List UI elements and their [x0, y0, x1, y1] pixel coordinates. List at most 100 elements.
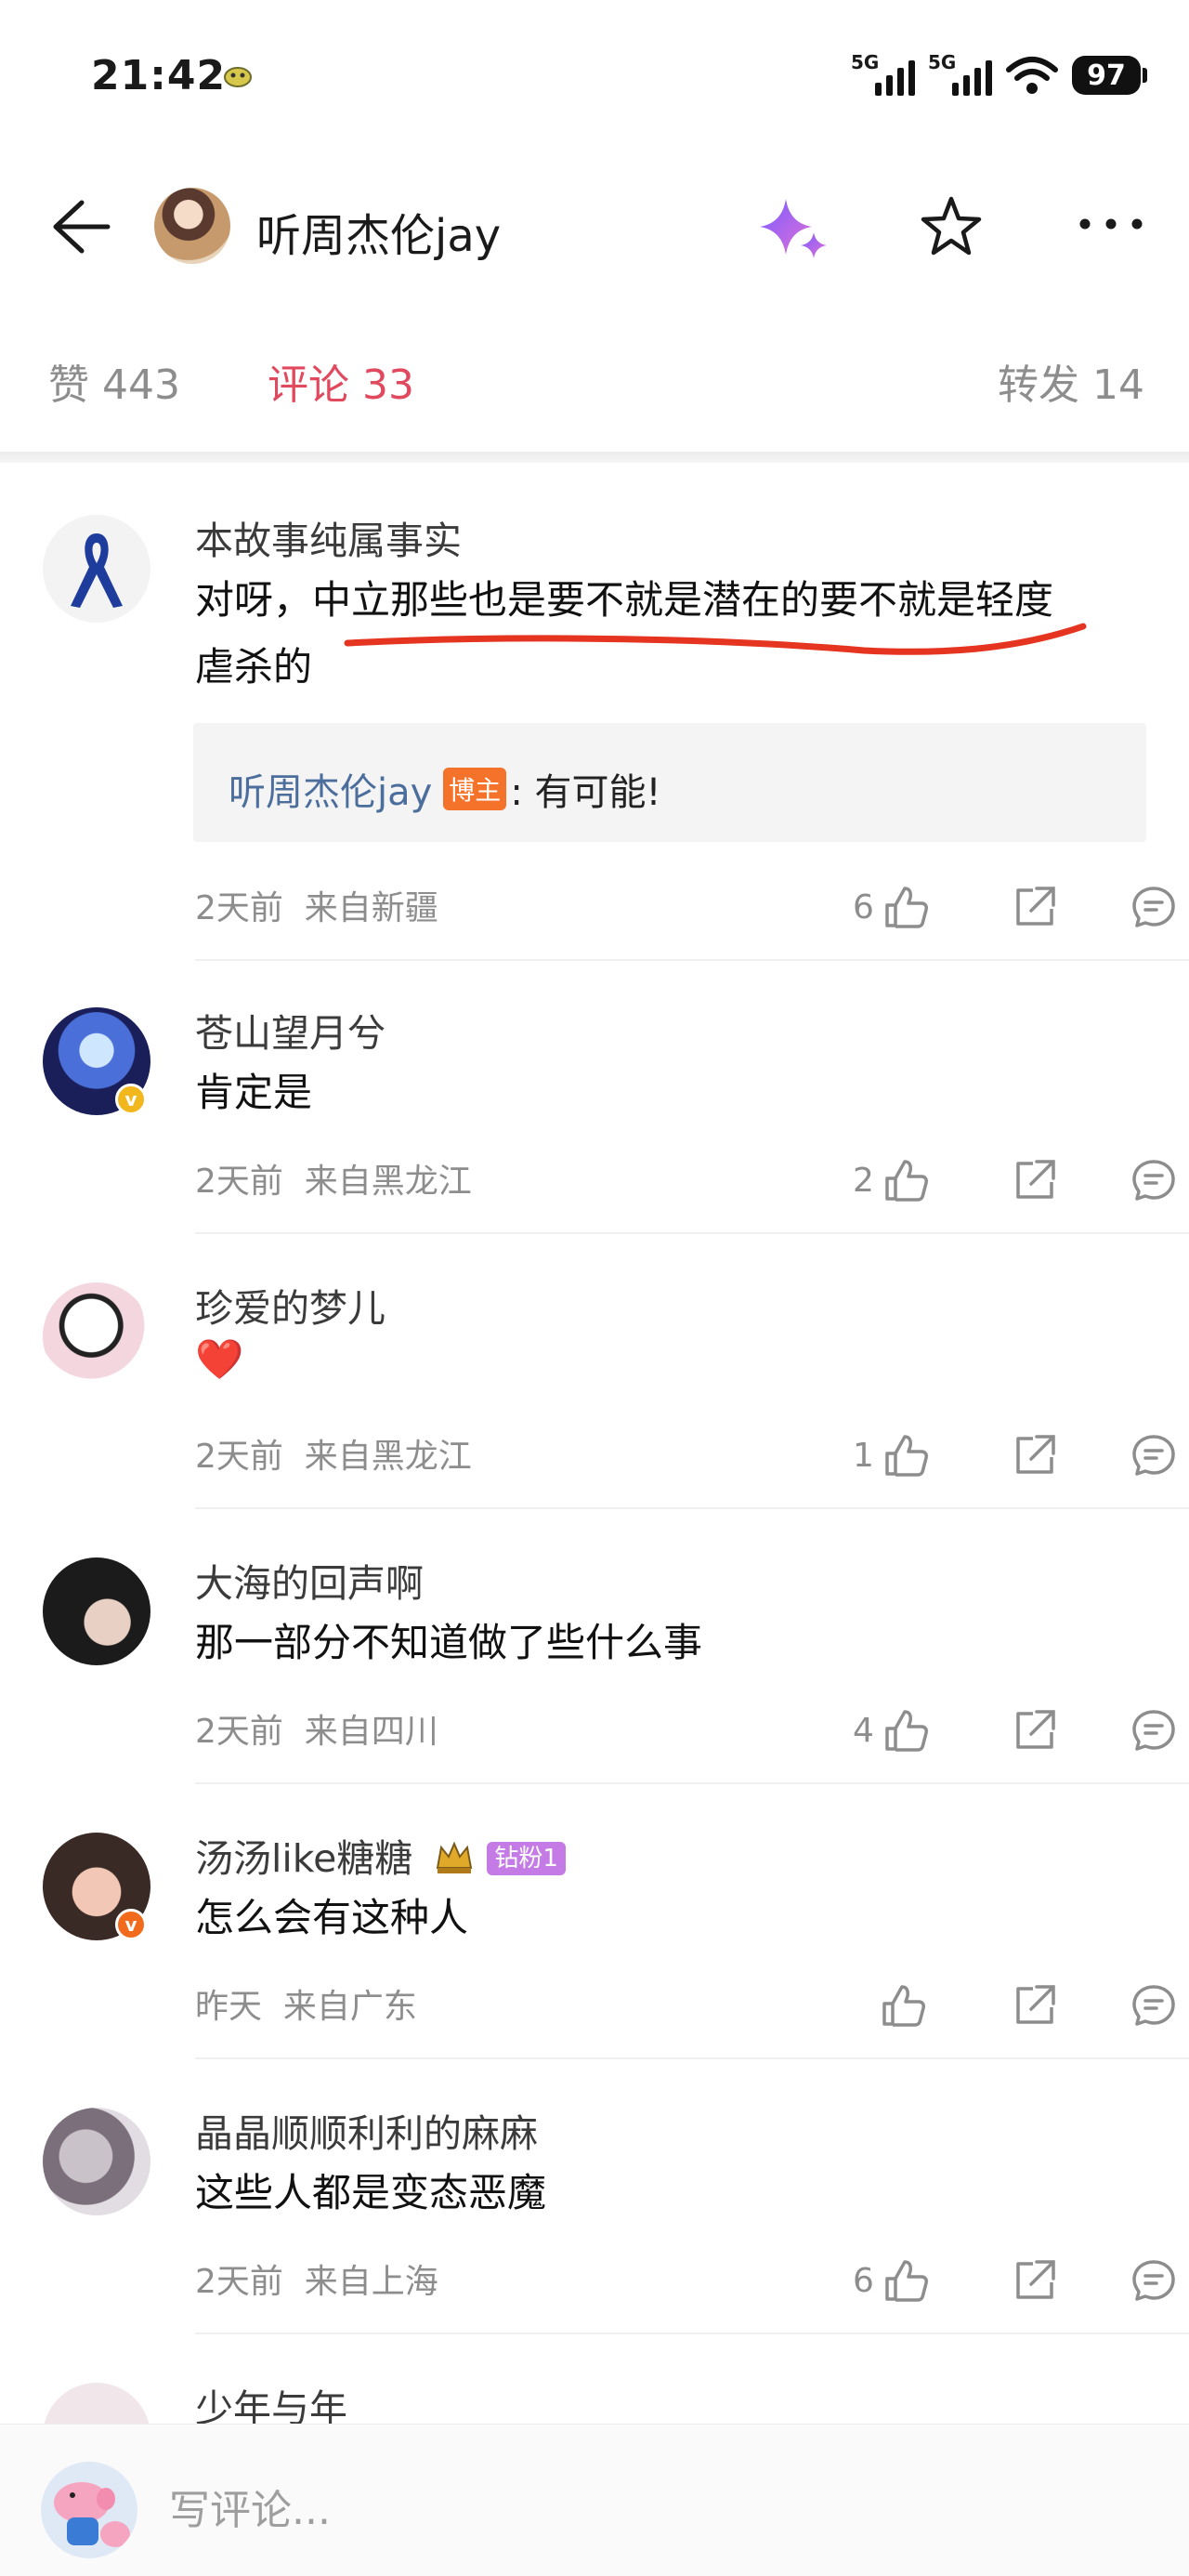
author-reply[interactable]: 听周杰伦jay 博主 : 有可能! — [193, 723, 1146, 842]
share-icon[interactable] — [1009, 1979, 1061, 2031]
comment-text: 肯定是 — [195, 1070, 313, 1115]
comment-meta: 昨天 来自广东 — [195, 1979, 417, 2028]
like-button[interactable]: 4 — [853, 1704, 932, 1756]
share-icon[interactable] — [1009, 1429, 1061, 1481]
like-button[interactable]: 2 — [853, 1154, 932, 1206]
comment-time: 2天前 — [195, 889, 283, 927]
favorite-star-icon[interactable] — [918, 193, 985, 260]
red-underline-annotation — [344, 623, 1087, 655]
comment-author[interactable]: 大海的回声啊 — [195, 1552, 424, 1608]
comment-icon[interactable] — [1128, 1704, 1180, 1756]
crown-icon — [437, 1841, 473, 1873]
comment-author[interactable]: 本故事纯属事实 — [195, 509, 462, 565]
like-count: 1 — [853, 1436, 874, 1475]
commenter-avatar[interactable] — [43, 515, 150, 623]
tab-likes[interactable]: 赞 443 — [48, 351, 180, 411]
tab-reposts[interactable]: 转发 14 — [998, 351, 1144, 411]
comment-icon[interactable] — [1128, 1429, 1180, 1481]
comment-item: 晶晶顺顺利利的麻麻 这些人都是变态恶魔 2天前 来自上海 6 — [0, 2095, 1189, 2370]
comment-time: 2天前 — [195, 1438, 283, 1476]
comment-time: 昨天 — [195, 1988, 263, 2026]
commenter-avatar[interactable] — [43, 1282, 150, 1390]
comment-meta: 2天前 来自四川 — [195, 1704, 438, 1753]
comment-text: 那一部分不知道做了些什么事 — [195, 1620, 703, 1665]
status-indicators: 5G 5G 97 — [851, 51, 1147, 99]
comment-item: v 苍山望月兮 肯定是 2天前 来自黑龙江 2 — [0, 994, 1189, 1269]
network-type: 5G — [851, 51, 880, 73]
separator — [195, 1782, 1189, 1784]
comment-author[interactable]: 少年与年 — [195, 2377, 347, 2425]
wifi-icon — [1006, 57, 1058, 94]
comment-author-name[interactable]: 汤汤like糖糖 — [195, 1836, 412, 1881]
thumbs-up-icon — [885, 1435, 928, 1477]
separator — [195, 959, 1189, 961]
comment-item: 大海的回声啊 那一部分不知道做了些什么事 2天前 来自四川 4 — [0, 1544, 1189, 1820]
like-count: 6 — [853, 887, 874, 927]
thumbs-up-icon — [882, 1985, 925, 2027]
battery-indicator: 97 — [1072, 56, 1147, 95]
comment-author[interactable]: 珍爱的梦儿 — [195, 1277, 385, 1333]
thumbs-up-icon — [885, 2260, 928, 2302]
comment-icon[interactable] — [1128, 881, 1180, 933]
more-options-icon[interactable] — [1076, 210, 1146, 238]
tab-comments[interactable]: 评论 33 — [268, 351, 414, 411]
share-icon[interactable] — [1009, 881, 1061, 933]
status-bar: 21:42 5G 5G 97 — [0, 0, 1189, 158]
back-arrow-icon[interactable] — [45, 191, 115, 262]
network-type-2: 5G — [928, 51, 957, 73]
comment-location: 来自四川 — [304, 1713, 438, 1751]
comment-icon[interactable] — [1128, 1154, 1180, 1206]
comment-icon[interactable] — [1128, 2254, 1180, 2307]
thumbs-up-icon — [885, 1710, 928, 1752]
comment-input[interactable]: 写评论... — [169, 2477, 331, 2536]
like-button[interactable] — [853, 1979, 929, 2031]
like-button[interactable]: 6 — [853, 881, 932, 933]
like-button[interactable]: 1 — [853, 1429, 932, 1481]
comment-text: ❤️ — [195, 1336, 244, 1382]
like-button[interactable]: 6 — [853, 2254, 932, 2307]
my-avatar[interactable] — [41, 2462, 137, 2558]
signal-icon-2: 5G — [928, 51, 992, 96]
comment-item: 少年与年 — [0, 2370, 1189, 2425]
blogger-badge: 博主 — [443, 768, 507, 810]
comment-actions: 2 — [799, 1147, 1189, 1212]
comment-author: 汤汤like糖糖 钻粉1 — [195, 1827, 566, 1883]
weather-icon — [224, 67, 252, 87]
peppa-avatar-icon — [54, 2482, 130, 2547]
blue-ribbon-icon — [71, 533, 123, 608]
thumbs-up-icon — [885, 887, 928, 928]
commenter-avatar[interactable] — [43, 2108, 150, 2215]
comment-icon[interactable] — [1128, 1979, 1180, 2031]
share-icon[interactable] — [1009, 1704, 1061, 1756]
author-avatar[interactable] — [154, 188, 230, 264]
comment-author[interactable]: 晶晶顺顺利利的麻麻 — [195, 2102, 538, 2158]
fan-level-badge: 钻粉1 — [487, 1842, 566, 1875]
reply-author[interactable]: 听周杰伦jay — [229, 762, 432, 816]
comment-author[interactable]: 苍山望月兮 — [195, 1002, 385, 1058]
comment-meta: 2天前 来自黑龙江 — [195, 1429, 472, 1478]
commenter-avatar[interactable] — [43, 1557, 150, 1665]
like-count: 2 — [853, 1161, 874, 1200]
share-icon[interactable] — [1009, 2254, 1061, 2307]
separator — [195, 1507, 1189, 1509]
comment-location: 来自广东 — [282, 1988, 417, 2026]
separator — [195, 2057, 1189, 2059]
comment-item: 本故事纯属事实 对呀，中立那些也是要不就是潜在的要不就是轻度 虐杀的 听周杰伦j… — [0, 502, 1189, 962]
like-count: 4 — [853, 1711, 874, 1750]
comment-time: 2天前 — [195, 1713, 283, 1751]
thumbs-up-icon — [885, 1160, 928, 1202]
comment-meta: 2天前 来自新疆 — [195, 881, 438, 929]
signal-icon: 5G — [851, 51, 915, 96]
comment-location: 来自新疆 — [304, 889, 438, 927]
comment-actions: 1 — [799, 1422, 1189, 1487]
comment-text: 这些人都是变态恶魔 — [195, 2170, 547, 2215]
verified-badge-icon: v — [115, 1909, 147, 1940]
ai-sparkle-icon[interactable] — [754, 195, 832, 266]
comment-actions: 6 — [799, 874, 1189, 939]
share-icon[interactable] — [1009, 1154, 1061, 1206]
comment-text: 怎么会有这种人 — [195, 1895, 469, 1940]
status-time: 21:42 — [91, 52, 227, 99]
author-name[interactable]: 听周杰伦jay — [256, 199, 501, 264]
comment-location: 来自黑龙江 — [304, 1163, 472, 1201]
commenter-avatar[interactable] — [43, 2383, 150, 2425]
